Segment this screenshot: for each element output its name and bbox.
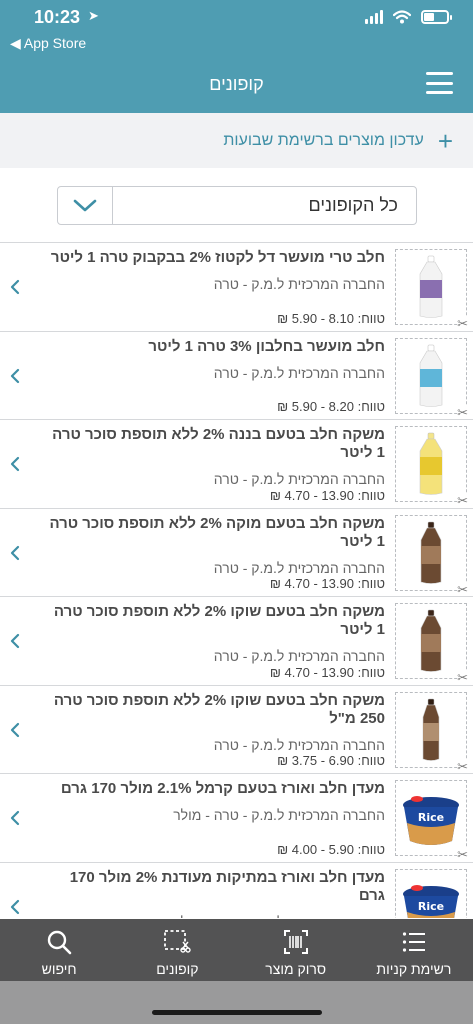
company-name: החברה המרכזית ל.מ.ק - טרה - מולר: [45, 914, 385, 919]
chevron-left-icon[interactable]: [8, 454, 22, 474]
svg-text:Rice: Rice: [418, 900, 444, 913]
menu-icon[interactable]: [426, 72, 453, 94]
coupon-row[interactable]: ✂ חלב טרי מועשר דל לקטוז 2% בבקבוק טרה 1 …: [0, 243, 473, 332]
coupon-row[interactable]: ✂ משקה חלב בטעם בננה 2% ללא תוספת סוכר טר…: [0, 420, 473, 509]
coupon-row[interactable]: ✂ חלב מועשר בחלבון 3% טרה 1 ליטר החברה המר…: [0, 331, 473, 420]
status-time: 10:23: [34, 7, 81, 27]
chevron-left-icon[interactable]: [8, 808, 22, 828]
chevron-left-icon[interactable]: [8, 277, 22, 297]
price-range: טווח: 13.90 - 4.70 ₪: [269, 576, 385, 591]
barcode-scan-icon: [283, 930, 308, 954]
coupon-info: חלב טרי מועשר דל לקטוז 2% בבקבוק טרה 1 ל…: [45, 249, 385, 292]
status-icons: [365, 10, 452, 24]
product-name: משקה חלב בטעם בננה 2% ללא תוספת סוכר טרה…: [52, 426, 385, 461]
product-name: מעדן חלב ואורז בטעם קרמל 2.1% מולר 170 ג…: [60, 780, 385, 797]
scissors-icon: ✂: [457, 847, 468, 862]
product-thumbnail: ✂: [395, 603, 468, 684]
chevron-left-icon[interactable]: [8, 543, 22, 563]
coupon-list[interactable]: ✂ חלב טרי מועשר דל לקטוז 2% בבקבוק טרה 1 …: [0, 242, 473, 918]
battery-icon: [421, 10, 452, 24]
coupon-row[interactable]: ✂ משקה חלב בטעם שוקו 2% ללא תוספת סוכר טר…: [0, 685, 473, 774]
product-name: משקה חלב בטעם שוקו 2% ללא תוספת סוכר טרה…: [53, 691, 385, 727]
scissors-icon: ✂: [457, 404, 468, 420]
company-name: החברה המרכזית ל.מ.ק - טרה - מולר: [173, 807, 385, 823]
chevron-left-icon[interactable]: [8, 897, 22, 917]
coupon-info: משקה חלב בטעם שוקו 2% ללא תוספת סוכר טרה…: [45, 603, 385, 664]
company-name: החברה המרכזית ל.מ.ק - טרה: [213, 736, 385, 753]
home-indicator-area: [0, 981, 473, 1024]
tab-search-label: חיפוש: [41, 961, 77, 977]
product-thumbnail: ✂: [395, 426, 468, 507]
update-products-label: עדכון מוצרים ברשימת שבועות: [223, 131, 424, 149]
company-name: החברה המרכזית ל.מ.ק - טרה: [213, 559, 385, 576]
scissors-icon: ✂: [457, 758, 468, 774]
scissors-icon: ✂: [457, 493, 468, 508]
coupon-info: מעדן חלב ואורז במתיקות מעודנת 2% מולר 17…: [45, 869, 385, 919]
list-icon: [402, 932, 425, 952]
update-products-button[interactable]: עדכון מוצרים ברשימת שבועות +: [0, 113, 473, 168]
company-name: החברה המרכזית ל.מ.ק - טרה: [213, 276, 385, 292]
tab-coupons[interactable]: קופונים: [118, 919, 236, 981]
bottom-tab-bar: חיפוש קופונים סרוק מוצר רשימת קניות: [0, 919, 473, 981]
product-thumbnail: Rice✂: [395, 868, 467, 918]
product-name: משקה חלב בטעם מוקה 2% ללא תוספת סוכר טרה…: [49, 514, 385, 550]
coupon-filter-value: כל הקופונים: [308, 195, 398, 215]
product-name: חלב מועשר בחלבון 3% טרה 1 ליטר: [148, 337, 385, 355]
company-name: החברה המרכזית ל.מ.ק - טרה: [213, 364, 385, 381]
coupon-row[interactable]: Rice ✂ מעדן חלב ואורז בטעם קרמל 2.1% מולר …: [0, 774, 473, 863]
tab-coupons-label: קופונים: [156, 961, 199, 977]
tab-scan[interactable]: סרוק מוצר: [237, 919, 355, 981]
scissors-icon: ✂: [457, 316, 468, 331]
plus-icon: +: [437, 125, 453, 156]
coupon-scissors-icon: [164, 930, 192, 953]
coupon-info: משקה חלב בטעם שוקו 2% ללא תוספת סוכר טרה…: [45, 692, 385, 753]
tab-shopping-list[interactable]: רשימת קניות: [355, 919, 473, 981]
tab-search[interactable]: חיפוש: [0, 919, 118, 981]
price-range: טווח: 6.90 - 3.75 ₪: [277, 753, 385, 768]
product-thumbnail: ✂: [395, 691, 468, 773]
coupon-info: מעדן חלב ואורז בטעם קרמל 2.1% מולר 170 ג…: [45, 780, 385, 823]
page-title: קופונים: [209, 74, 264, 94]
tab-scan-label: סרוק מוצר: [265, 961, 327, 977]
company-name: החברה המרכזית ל.מ.ק - טרה: [213, 648, 385, 664]
scissors-icon: ✂: [457, 670, 468, 685]
status-bar: 10:23 ➤: [0, 0, 473, 34]
coupon-info: חלב מועשר בחלבון 3% טרה 1 ליטר החברה המרכ…: [45, 338, 385, 381]
company-name: החברה המרכזית ל.מ.ק - טרה: [213, 471, 385, 487]
back-to-app-store-link[interactable]: ◀ App Store: [10, 35, 86, 52]
coupon-row[interactable]: ✂ משקה חלב בטעם שוקו 2% ללא תוספת סוכר טר…: [0, 597, 473, 686]
signal-icon: [365, 10, 383, 24]
product-thumbnail: ✂: [395, 249, 468, 330]
price-range: טווח: 8.10 - 5.90 ₪: [277, 310, 385, 326]
home-indicator[interactable]: [152, 1010, 322, 1015]
product-thumbnail: ✂: [395, 514, 468, 596]
coupon-filter-select[interactable]: כל הקופונים: [57, 186, 417, 225]
product-name: משקה חלב בטעם שוקו 2% ללא תוספת סוכר טרה…: [53, 603, 385, 638]
coupon-info: משקה חלב בטעם בננה 2% ללא תוספת סוכר טרה…: [45, 426, 385, 487]
app-header: 10:23 ➤ ◀ App Store קופונים: [0, 0, 473, 113]
product-name: מעדן חלב ואורז במתיקות מעודנת 2% מולר 17…: [69, 868, 385, 904]
coupon-info: משקה חלב בטעם מוקה 2% ללא תוספת סוכר טרה…: [45, 515, 385, 576]
product-name: חלב טרי מועשר דל לקטוז 2% בבקבוק טרה 1 ל…: [50, 249, 385, 266]
price-range: טווח: 13.90 - 4.70 ₪: [269, 487, 385, 503]
price-range: טווח: 13.90 - 4.70 ₪: [269, 664, 385, 680]
product-thumbnail: Rice ✂: [395, 780, 468, 861]
product-thumbnail: ✂: [395, 337, 468, 419]
chevron-left-icon[interactable]: [8, 366, 22, 386]
chevron-down-icon[interactable]: [58, 187, 113, 224]
tab-shopping-list-label: רשימת קניות: [376, 961, 452, 977]
scissors-icon: ✂: [457, 581, 468, 597]
price-range: טווח: 8.20 - 5.90 ₪: [277, 399, 385, 414]
chevron-left-icon[interactable]: [8, 720, 22, 740]
price-range: טווח: 5.90 - 4.00 ₪: [277, 841, 385, 857]
coupon-row[interactable]: Rice✂ מעדן חלב ואורז במתיקות מעודנת 2% מו…: [0, 862, 473, 919]
location-arrow-icon: ➤: [88, 8, 99, 23]
chevron-left-icon[interactable]: [8, 631, 22, 651]
search-icon: [47, 930, 72, 955]
wifi-icon: [393, 10, 411, 24]
coupon-row[interactable]: ✂ משקה חלב בטעם מוקה 2% ללא תוספת סוכר טר…: [0, 508, 473, 597]
svg-text:Rice: Rice: [418, 811, 444, 824]
